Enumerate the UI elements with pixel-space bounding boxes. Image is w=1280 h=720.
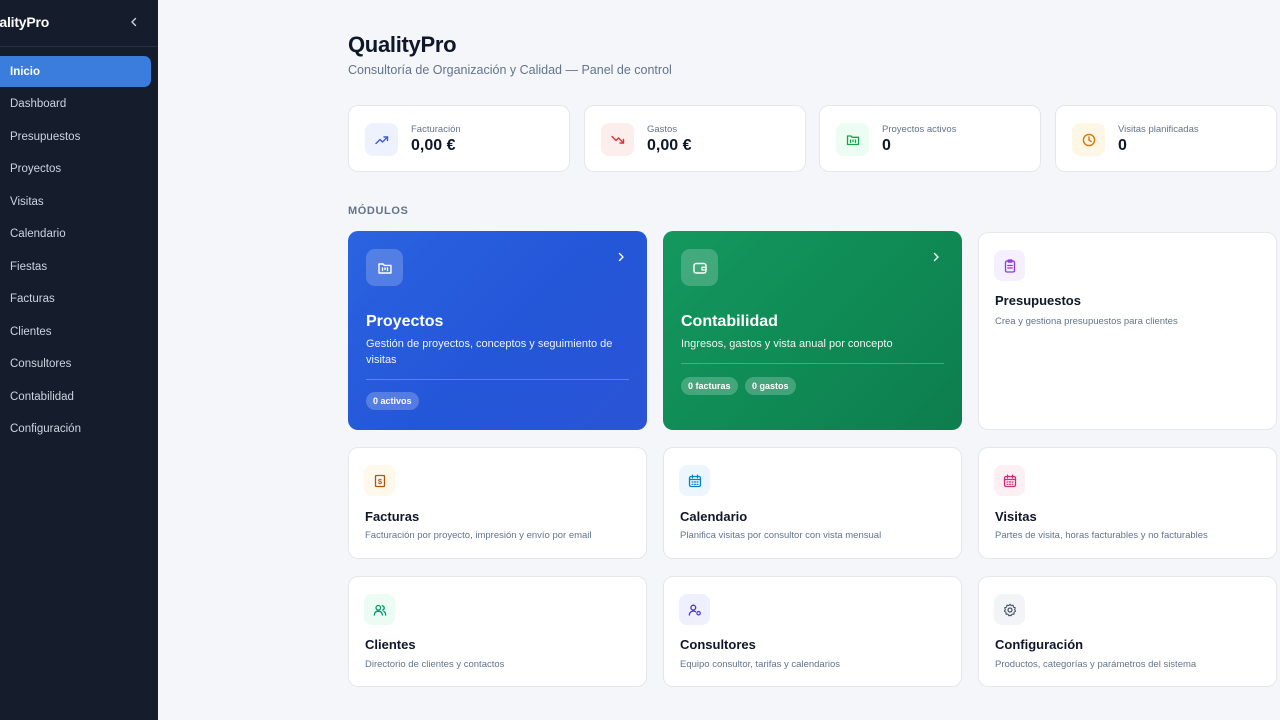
module-card-configuracion[interactable]: Configuración Productos, categorías y pa…: [978, 576, 1277, 687]
chevron-right-icon: [615, 250, 627, 264]
module-card-title: Configuración: [995, 637, 1084, 652]
sidebar-item-clientes[interactable]: Clientes: [0, 316, 151, 347]
sidebar-item-label: Consultores: [10, 358, 72, 370]
stat-value: 0: [882, 137, 891, 154]
module-card-title: Clientes: [365, 637, 416, 652]
sidebar-item-label: Configuración: [10, 423, 81, 435]
badge-activos: 0 activos: [366, 392, 419, 410]
sidebar-item-label: Calendario: [10, 228, 66, 240]
receipt-icon: $: [364, 465, 395, 496]
module-card-consultores[interactable]: Consultores Equipo consultor, tarifas y …: [663, 576, 962, 687]
folder-kanban-icon: [366, 249, 403, 286]
divider: [366, 379, 629, 380]
sidebar-item-proyectos[interactable]: Proyectos: [0, 154, 151, 185]
module-card-title: Visitas: [995, 509, 1037, 524]
stat-label: Proyectos activos: [882, 124, 957, 135]
sidebar-nav: Inicio Dashboard Presupuestos Proyectos …: [0, 47, 158, 445]
module-card-description: Partes de visita, horas facturables y no…: [995, 530, 1208, 541]
stat-label: Gastos: [647, 124, 678, 135]
users-icon: [364, 594, 395, 625]
sidebar-item-fiestas[interactable]: Fiestas: [0, 251, 151, 282]
page-subtitle: Consultoría de Organización y Calidad — …: [348, 63, 672, 77]
module-card-description: Crea y gestiona presupuestos para client…: [995, 316, 1178, 327]
sidebar-brand: ualityPro: [0, 14, 50, 30]
chevron-right-icon: [930, 250, 942, 264]
module-card-facturas[interactable]: $ Facturas Facturación por proyecto, imp…: [348, 447, 647, 559]
badge-gastos: 0 gastos: [745, 377, 796, 395]
module-card-presupuestos[interactable]: Presupuestos Crea y gestiona presupuesto…: [978, 232, 1277, 430]
divider: [681, 363, 944, 364]
module-card-description: Gestión de proyectos, conceptos y seguim…: [366, 338, 613, 366]
module-card-description: Productos, categorías y parámetros del s…: [995, 659, 1197, 670]
sidebar-item-label: Contabilidad: [10, 390, 74, 403]
main-content: QualityPro Consultoría de Organización y…: [158, 0, 1280, 720]
wallet-icon: [681, 249, 718, 286]
module-card-title: Consultores: [680, 637, 756, 652]
sidebar-item-label: Presupuestos: [10, 130, 81, 143]
chevron-left-icon: [131, 17, 137, 27]
sidebar-item-contabilidad[interactable]: Contabilidad: [0, 381, 151, 412]
sidebar-item-consultores[interactable]: Consultores: [0, 349, 151, 380]
user-cog-icon: [679, 594, 710, 625]
svg-text:$: $: [377, 477, 382, 486]
sidebar-item-inicio[interactable]: Inicio: [0, 56, 151, 87]
module-card-description: Equipo consultor, tarifas y calendarios: [680, 659, 841, 670]
sidebar-item-label: Visitas: [10, 195, 44, 208]
sidebar-item-facturas[interactable]: Facturas: [0, 284, 151, 315]
sidebar-item-label: Inicio: [10, 65, 41, 78]
sidebar-item-configuracion[interactable]: Configuración: [0, 414, 151, 445]
module-card-clientes[interactable]: Clientes Directorio de clientes y contac…: [348, 576, 647, 687]
module-card-title: Presupuestos: [995, 293, 1081, 308]
clock-icon: [1072, 123, 1105, 156]
stat-value: 0: [1118, 137, 1127, 154]
stat-card-proyectos-activos: Proyectos activos 0: [819, 105, 1041, 172]
collapse-sidebar-button[interactable]: [128, 13, 140, 31]
sidebar-item-calendario[interactable]: Calendario: [0, 219, 151, 250]
module-card-title: Facturas: [365, 509, 420, 524]
stats-row: Facturación 0,00 € Gastos 0,00 € Proyect…: [348, 105, 1278, 172]
badge-facturas: 0 facturas: [681, 377, 738, 395]
module-card-description: Ingresos, gastos y vista anual por conce…: [681, 338, 893, 350]
stat-label: Facturación: [411, 124, 461, 135]
module-card-proyectos[interactable]: Proyectos Gestión de proyectos, concepto…: [348, 231, 647, 430]
sidebar-item-presupuestos[interactable]: Presupuestos: [0, 121, 151, 152]
sidebar-item-label: Clientes: [10, 325, 52, 338]
stat-card-gastos: Gastos 0,00 €: [584, 105, 806, 172]
calendar-icon: [679, 465, 710, 496]
section-label-modulos: MÓDULOS: [348, 205, 409, 217]
sidebar-item-label: Dashboard: [10, 98, 67, 110]
page-title: QualityPro: [348, 32, 457, 57]
sidebar-header: ualityPro: [0, 0, 158, 47]
stat-value: 0,00 €: [647, 137, 692, 154]
clipboard-list-icon: [994, 250, 1025, 281]
module-card-description: Facturación por proyecto, impresión y en…: [365, 530, 592, 541]
module-card-description: Planifica visitas por consultor con vist…: [680, 530, 882, 541]
sidebar-item-dashboard[interactable]: Dashboard: [0, 89, 151, 120]
trending-down-icon: [601, 123, 634, 156]
settings-icon: [994, 594, 1025, 625]
sidebar-item-label: Fiestas: [10, 260, 48, 273]
folder-kanban-icon: [836, 123, 869, 156]
module-card-title: Proyectos: [366, 313, 444, 330]
sidebar-item-label: Proyectos: [10, 163, 62, 175]
sidebar: ualityPro Inicio Dashboard Presupuestos …: [0, 0, 158, 720]
module-card-calendario[interactable]: Calendario Planifica visitas por consult…: [663, 447, 962, 559]
module-card-title: Calendario: [680, 509, 748, 524]
stat-label: Visitas planificadas: [1118, 124, 1199, 135]
calendar-days-icon: [994, 465, 1025, 496]
stat-card-facturacion: Facturación 0,00 €: [348, 105, 570, 172]
stat-value: 0,00 €: [411, 137, 456, 154]
sidebar-item-visitas[interactable]: Visitas: [0, 186, 151, 217]
module-card-title: Contabilidad: [681, 313, 778, 330]
stat-card-visitas-planificadas: Visitas planificadas 0: [1055, 105, 1277, 172]
module-card-description: Directorio de clientes y contactos: [365, 659, 505, 670]
trending-up-icon: [365, 123, 398, 156]
module-card-contabilidad[interactable]: Contabilidad Ingresos, gastos y vista an…: [663, 231, 962, 430]
module-card-visitas[interactable]: Visitas Partes de visita, horas facturab…: [978, 447, 1277, 559]
sidebar-item-label: Facturas: [10, 293, 55, 305]
